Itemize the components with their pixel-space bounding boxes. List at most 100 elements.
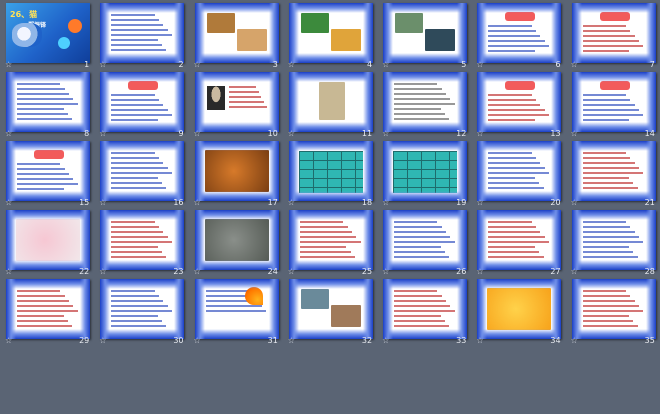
slide-thumbnail[interactable] xyxy=(383,210,468,270)
slide-thumbnail[interactable] xyxy=(571,210,656,270)
slide-text-lines xyxy=(582,290,645,330)
slide-thumbnail[interactable] xyxy=(288,141,373,201)
slide-thumbnail[interactable] xyxy=(477,210,562,270)
slide-thumbnail[interactable] xyxy=(571,141,656,201)
slide-thumbnail[interactable] xyxy=(477,3,562,63)
slide-cell-29[interactable]: ☆ 29 xyxy=(0,276,94,345)
slide-thumbnail[interactable] xyxy=(383,141,468,201)
slide-thumbnail[interactable] xyxy=(571,72,656,132)
star-icon: ☆ xyxy=(476,336,484,345)
slide-cell-23[interactable]: ☆ 23 xyxy=(94,207,188,276)
slide-thumbnail[interactable] xyxy=(288,279,373,339)
slide-number: 17 xyxy=(267,198,278,207)
slide-header-banner xyxy=(599,12,630,21)
slide-cell-16[interactable]: ☆ 16 xyxy=(94,138,188,207)
slide-cell-6[interactable]: ☆ 6 xyxy=(471,0,565,69)
slide-text-lines xyxy=(17,290,79,330)
slide-number: 35 xyxy=(644,336,655,345)
slide-cell-17[interactable]: ☆ 17 xyxy=(189,138,283,207)
slide-thumbnail[interactable] xyxy=(6,279,90,339)
slide-thumbnail[interactable] xyxy=(100,72,185,132)
slide-thumbnail[interactable] xyxy=(194,72,279,132)
star-icon: ☆ xyxy=(476,129,484,138)
slide-thumbnail[interactable] xyxy=(383,279,468,339)
slide-cell-2[interactable]: ☆ 2 xyxy=(94,0,188,69)
slide-thumbnail[interactable] xyxy=(288,72,373,132)
slide-cell-7[interactable]: ☆ 7 xyxy=(566,0,660,69)
slide-thumbnail[interactable] xyxy=(383,72,468,132)
slide-cell-14[interactable]: ☆ 14 xyxy=(566,69,660,138)
slide-cell-9[interactable]: ☆ 9 xyxy=(94,69,188,138)
slide-cell-20[interactable]: ☆ 20 xyxy=(471,138,565,207)
slide-number: 30 xyxy=(173,336,184,345)
slide-cell-18[interactable]: ☆ 18 xyxy=(283,138,377,207)
slide-number: 34 xyxy=(550,336,561,345)
slide-cell-19[interactable]: ☆ 19 xyxy=(377,138,471,207)
slide-thumbnail[interactable] xyxy=(477,72,562,132)
slide-thumbnail[interactable] xyxy=(383,3,468,63)
slide-text-lines xyxy=(111,290,173,330)
slide-text-lines xyxy=(582,221,645,261)
slide-thumbnail[interactable] xyxy=(100,141,185,201)
slide-cell-4[interactable]: ☆ 4 xyxy=(283,0,377,69)
slide-cell-33[interactable]: ☆ 33 xyxy=(377,276,471,345)
slide-thumbnail[interactable] xyxy=(194,279,279,339)
slide-thumbnail[interactable] xyxy=(571,279,656,339)
slide-number: 32 xyxy=(361,336,373,345)
title-illustration xyxy=(68,19,82,33)
slide-header-banner xyxy=(599,81,630,90)
slide-thumbnail[interactable] xyxy=(194,141,279,201)
slide-header-banner xyxy=(34,150,64,159)
slide-cell-31[interactable]: ☆ 31 xyxy=(189,276,283,345)
slide-cell-22[interactable]: ☆ 22 xyxy=(0,207,94,276)
slide-number: 11 xyxy=(361,129,373,138)
slide-thumbnail[interactable] xyxy=(477,279,562,339)
slide-thumbnail[interactable] xyxy=(194,3,279,63)
slide-thumbnail[interactable] xyxy=(288,3,373,63)
slide-photo xyxy=(395,13,424,33)
slide-cell-28[interactable]: ☆ 28 xyxy=(566,207,660,276)
slide-cell-26[interactable]: ☆ 26 xyxy=(377,207,471,276)
slide-cell-8[interactable]: ☆ 8 xyxy=(0,69,94,138)
slide-cell-32[interactable]: ☆ 32 xyxy=(283,276,377,345)
slide-thumbnail[interactable]: 26、猫郑振铎 xyxy=(6,3,90,63)
slide-cell-13[interactable]: ☆ 13 xyxy=(471,69,565,138)
slide-cell-34[interactable]: ☆ 34 xyxy=(471,276,565,345)
slide-photo xyxy=(236,29,267,51)
slide-cell-3[interactable]: ☆ 3 xyxy=(189,0,283,69)
slide-cell-1[interactable]: 26、猫郑振铎☆ 1 xyxy=(0,0,94,69)
slide-cell-12[interactable]: ☆ 12 xyxy=(377,69,471,138)
slide-thumbnail[interactable] xyxy=(6,210,90,270)
star-icon: ☆ xyxy=(287,267,295,276)
slide-text-lines xyxy=(111,152,173,192)
slide-cell-10[interactable]: ☆ 10 xyxy=(189,69,283,138)
slide-cell-11[interactable]: ☆ 11 xyxy=(283,69,377,138)
slide-number: 25 xyxy=(361,267,373,276)
slide-thumbnail[interactable] xyxy=(6,141,90,201)
slide-thumbnail[interactable] xyxy=(100,3,185,63)
slide-cell-27[interactable]: ☆ 27 xyxy=(471,207,565,276)
slide-cell-25[interactable]: ☆ 25 xyxy=(283,207,377,276)
slide-thumbnail[interactable] xyxy=(194,210,279,270)
slide-cell-21[interactable]: ☆ 21 xyxy=(566,138,660,207)
slide-cell-35[interactable]: ☆ 35 xyxy=(566,276,660,345)
star-icon: ☆ xyxy=(382,336,390,345)
slide-thumbnail[interactable] xyxy=(100,279,185,339)
slide-cell-15[interactable]: ☆ 15 xyxy=(0,138,94,207)
star-icon: ☆ xyxy=(382,198,390,207)
slide-thumbnail[interactable] xyxy=(477,141,562,201)
star-icon: ☆ xyxy=(99,129,107,138)
slide-cell-30[interactable]: ☆ 30 xyxy=(94,276,188,345)
slide-photo xyxy=(204,219,269,261)
slide-thumbnail[interactable] xyxy=(571,3,656,63)
slide-cell-24[interactable]: ☆ 24 xyxy=(189,207,283,276)
author-portrait xyxy=(206,86,225,110)
slide-thumbnail[interactable] xyxy=(288,210,373,270)
slide-cell-5[interactable]: ☆ 5 xyxy=(377,0,471,69)
slide-thumbnail[interactable] xyxy=(6,72,90,132)
slide-text-lines xyxy=(394,290,456,330)
slide-thumbnail[interactable] xyxy=(100,210,185,270)
slide-number: 20 xyxy=(550,198,561,207)
slide-header-banner xyxy=(505,81,536,90)
slide-header-banner xyxy=(505,12,536,21)
